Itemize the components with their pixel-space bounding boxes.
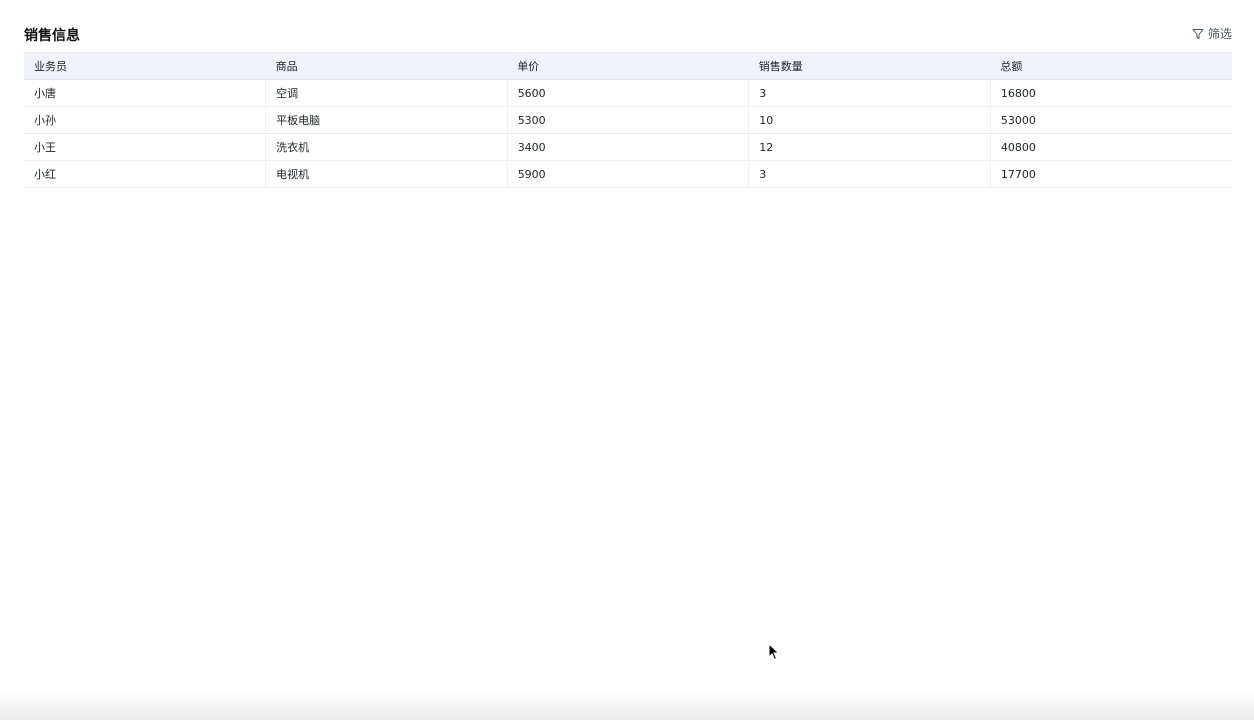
cell-quantity: 3 xyxy=(748,160,991,188)
header: 销售信息 筛选 xyxy=(24,24,1232,48)
cell-salesperson: 小孙 xyxy=(24,106,266,134)
cell-unit-price: 5900 xyxy=(506,160,749,188)
cell-quantity: 12 xyxy=(748,133,991,161)
cell-quantity: 10 xyxy=(748,106,991,134)
table-row[interactable]: 小红 电视机 5900 3 17700 xyxy=(24,160,1232,188)
filter-button[interactable]: 筛选 xyxy=(1192,25,1232,43)
column-header-salesperson[interactable]: 业务员 xyxy=(24,52,266,80)
cell-product: 平板电脑 xyxy=(265,106,508,134)
cell-total: 16800 xyxy=(989,79,1232,107)
cell-unit-price: 5600 xyxy=(506,79,749,107)
cell-total: 40800 xyxy=(989,133,1232,161)
cell-unit-price: 5300 xyxy=(506,106,749,134)
filter-label: 筛选 xyxy=(1207,27,1232,41)
page: 销售信息 筛选 业务员 商品 单价 销售数量 总额 小唐 空调 5600 3 1… xyxy=(0,0,1254,720)
cell-salesperson: 小唐 xyxy=(24,79,266,107)
table-row[interactable]: 小孙 平板电脑 5300 10 53000 xyxy=(24,106,1232,134)
page-title: 销售信息 xyxy=(24,28,80,44)
cell-product: 洗衣机 xyxy=(265,133,508,161)
column-header-unit-price[interactable]: 单价 xyxy=(507,52,749,80)
column-header-quantity[interactable]: 销售数量 xyxy=(748,52,991,80)
table-row[interactable]: 小唐 空调 5600 3 16800 xyxy=(24,79,1232,107)
column-header-total[interactable]: 总额 xyxy=(990,52,1232,80)
bottom-shadow xyxy=(0,690,1254,720)
table-header-row: 业务员 商品 单价 销售数量 总额 xyxy=(24,52,1232,80)
cell-total: 17700 xyxy=(989,160,1232,188)
column-header-product[interactable]: 商品 xyxy=(265,52,508,80)
cell-quantity: 3 xyxy=(748,79,991,107)
cell-unit-price: 3400 xyxy=(506,133,749,161)
cell-product: 电视机 xyxy=(265,160,508,188)
mouse-pointer-icon xyxy=(768,642,780,665)
cell-product: 空调 xyxy=(265,79,508,107)
table-row[interactable]: 小王 洗衣机 3400 12 40800 xyxy=(24,133,1232,161)
sales-table: 业务员 商品 单价 销售数量 总额 小唐 空调 5600 3 16800 小孙 … xyxy=(24,52,1232,188)
cell-total: 53000 xyxy=(989,106,1232,134)
filter-icon xyxy=(1192,28,1204,40)
cell-salesperson: 小红 xyxy=(24,160,266,188)
cell-salesperson: 小王 xyxy=(24,133,266,161)
